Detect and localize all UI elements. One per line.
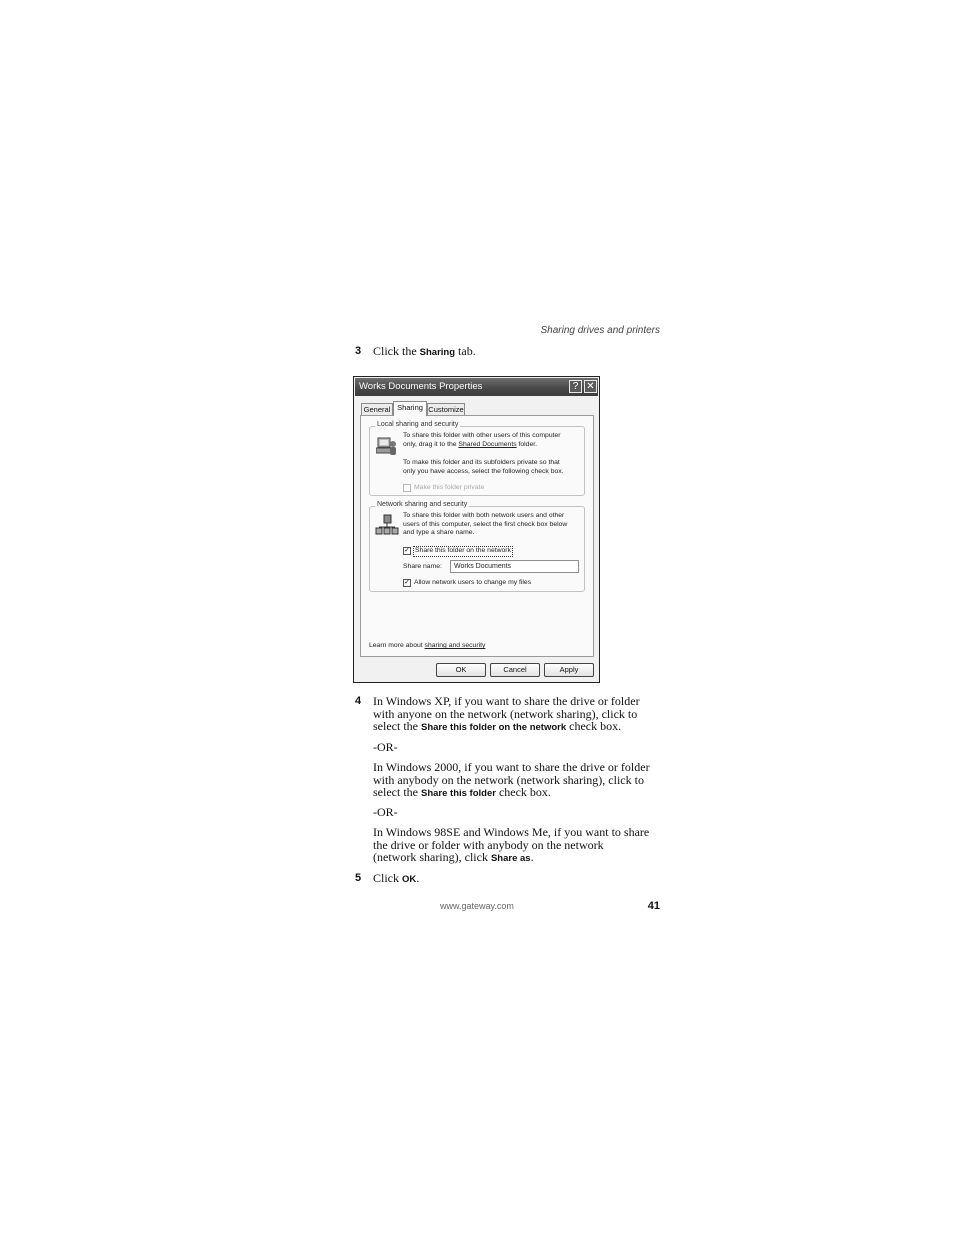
sharing-panel: Local sharing and security To share this… [360,415,594,657]
w2k-line-3-pre: select the [373,785,421,800]
apply-button[interactable]: Apply [544,663,594,677]
w2k-line-3-post: check box. [495,785,551,800]
w98-line-3-pre: (network sharing), click [373,850,491,865]
w98-line-1: In Windows 98SE and Windows Me, if you w… [373,825,650,839]
share-name-input[interactable] [450,560,579,573]
step-3-pre: Click the [373,344,420,358]
cancel-button[interactable]: Cancel [490,663,540,677]
step-4-xp: In Windows XP, if you want to share the … [373,695,640,735]
make-private-label: Make this folder private [414,484,485,491]
w98-line-3-post: . [530,850,534,865]
share-folder-checkbox[interactable]: ✓ [403,547,411,555]
local-sharing-legend: Local sharing and security [375,421,461,428]
step-3-post: tab. [455,344,476,358]
w98-term: Share as [490,853,531,865]
step-3-number: 3 [355,345,362,357]
or-separator-1: -OR- [373,740,398,754]
xp-term: Share this folder on the network [420,722,567,734]
step-5-post: . [416,871,420,885]
network-sharing-group: Network sharing and security To share th… [369,501,585,592]
local-text-1-pre: only, drag it to the [403,440,459,448]
xp-line-3-post: check box. [566,719,622,734]
help-icon: ? [572,381,579,392]
page-number: 41 [647,900,660,912]
close-button[interactable]: ✕ [584,380,597,393]
local-text-1-post: folder. [516,440,538,448]
local-text-2-line-2: only you have access, select the followi… [403,467,564,475]
local-sharing-text-1: To share this folder with other users of… [403,432,561,449]
dialog-title: Works Documents Properties [359,381,483,392]
local-sharing-group: Local sharing and security To share this… [369,421,585,496]
network-share-icon [375,514,399,535]
w98-line-3: (network sharing), click Share as. [373,851,649,866]
w2k-line-3: select the Share this folder check box. [373,786,650,801]
w2k-term: Share this folder [420,788,496,800]
tab-sharing[interactable]: Sharing [393,401,427,416]
footer-url: www.gateway.com [440,901,514,911]
network-text-line-3: and type a share name. [403,529,475,537]
sharing-security-link[interactable]: sharing and security [425,642,486,649]
share-name-label: Share name: [403,563,442,570]
tab-customize[interactable]: Customize [427,403,465,415]
running-head: Sharing drives and printers [540,325,660,336]
local-sharing-text-2: To make this folder and its subfolders p… [403,459,564,476]
network-text-line-2: users of this computer, select the first… [403,520,568,528]
allow-change-checkbox[interactable]: ✓ [403,579,411,587]
step-4-w2k: In Windows 2000, if you want to share th… [373,761,650,801]
title-bar: Works Documents Properties ? ✕ [355,378,598,396]
network-sharing-legend: Network sharing and security [375,501,470,508]
xp-line-1: In Windows XP, if you want to share the … [373,694,640,708]
computer-users-icon [376,437,396,455]
local-text-2-line-1: To make this folder and its subfolders p… [403,459,560,466]
local-text-1-line-2: only, drag it to the Shared Documents fo… [403,441,561,450]
make-private-checkbox[interactable] [403,484,411,492]
step-5-text: Click OK. [373,872,419,887]
xp-line-3-pre: select the [373,719,421,734]
network-text-line-1: To share this folder with both network u… [403,512,565,519]
step-4-w98: In Windows 98SE and Windows Me, if you w… [373,826,649,866]
properties-dialog: Works Documents Properties ? ✕ General S… [353,376,600,683]
step-5-pre: Click [373,871,402,885]
shared-documents-link[interactable]: Shared Documents [458,441,516,448]
network-sharing-text: To share this folder with both network u… [403,512,567,538]
step-3-term: Sharing [419,347,456,358]
ok-button[interactable]: OK [436,663,486,677]
step-5-number: 5 [355,872,362,884]
local-text-1-line-1: To share this folder with other users of… [403,432,561,439]
tab-general[interactable]: General [361,403,393,415]
learn-more-text: Learn more about sharing and security [369,642,485,651]
learn-more-pre: Learn more about [369,642,425,649]
step-3-text: Click the Sharing tab. [373,345,476,360]
w2k-line-1: In Windows 2000, if you want to share th… [373,760,650,774]
xp-line-3: select the Share this folder on the netw… [373,720,640,735]
allow-change-label: Allow network users to change my files [414,579,532,586]
step-5-term: OK [402,874,417,885]
or-separator-2: -OR- [373,805,398,819]
help-button[interactable]: ? [569,380,582,393]
share-folder-label[interactable]: Share this folder on the network [413,546,513,557]
close-icon: ✕ [586,381,595,392]
step-4-number: 4 [355,695,362,707]
